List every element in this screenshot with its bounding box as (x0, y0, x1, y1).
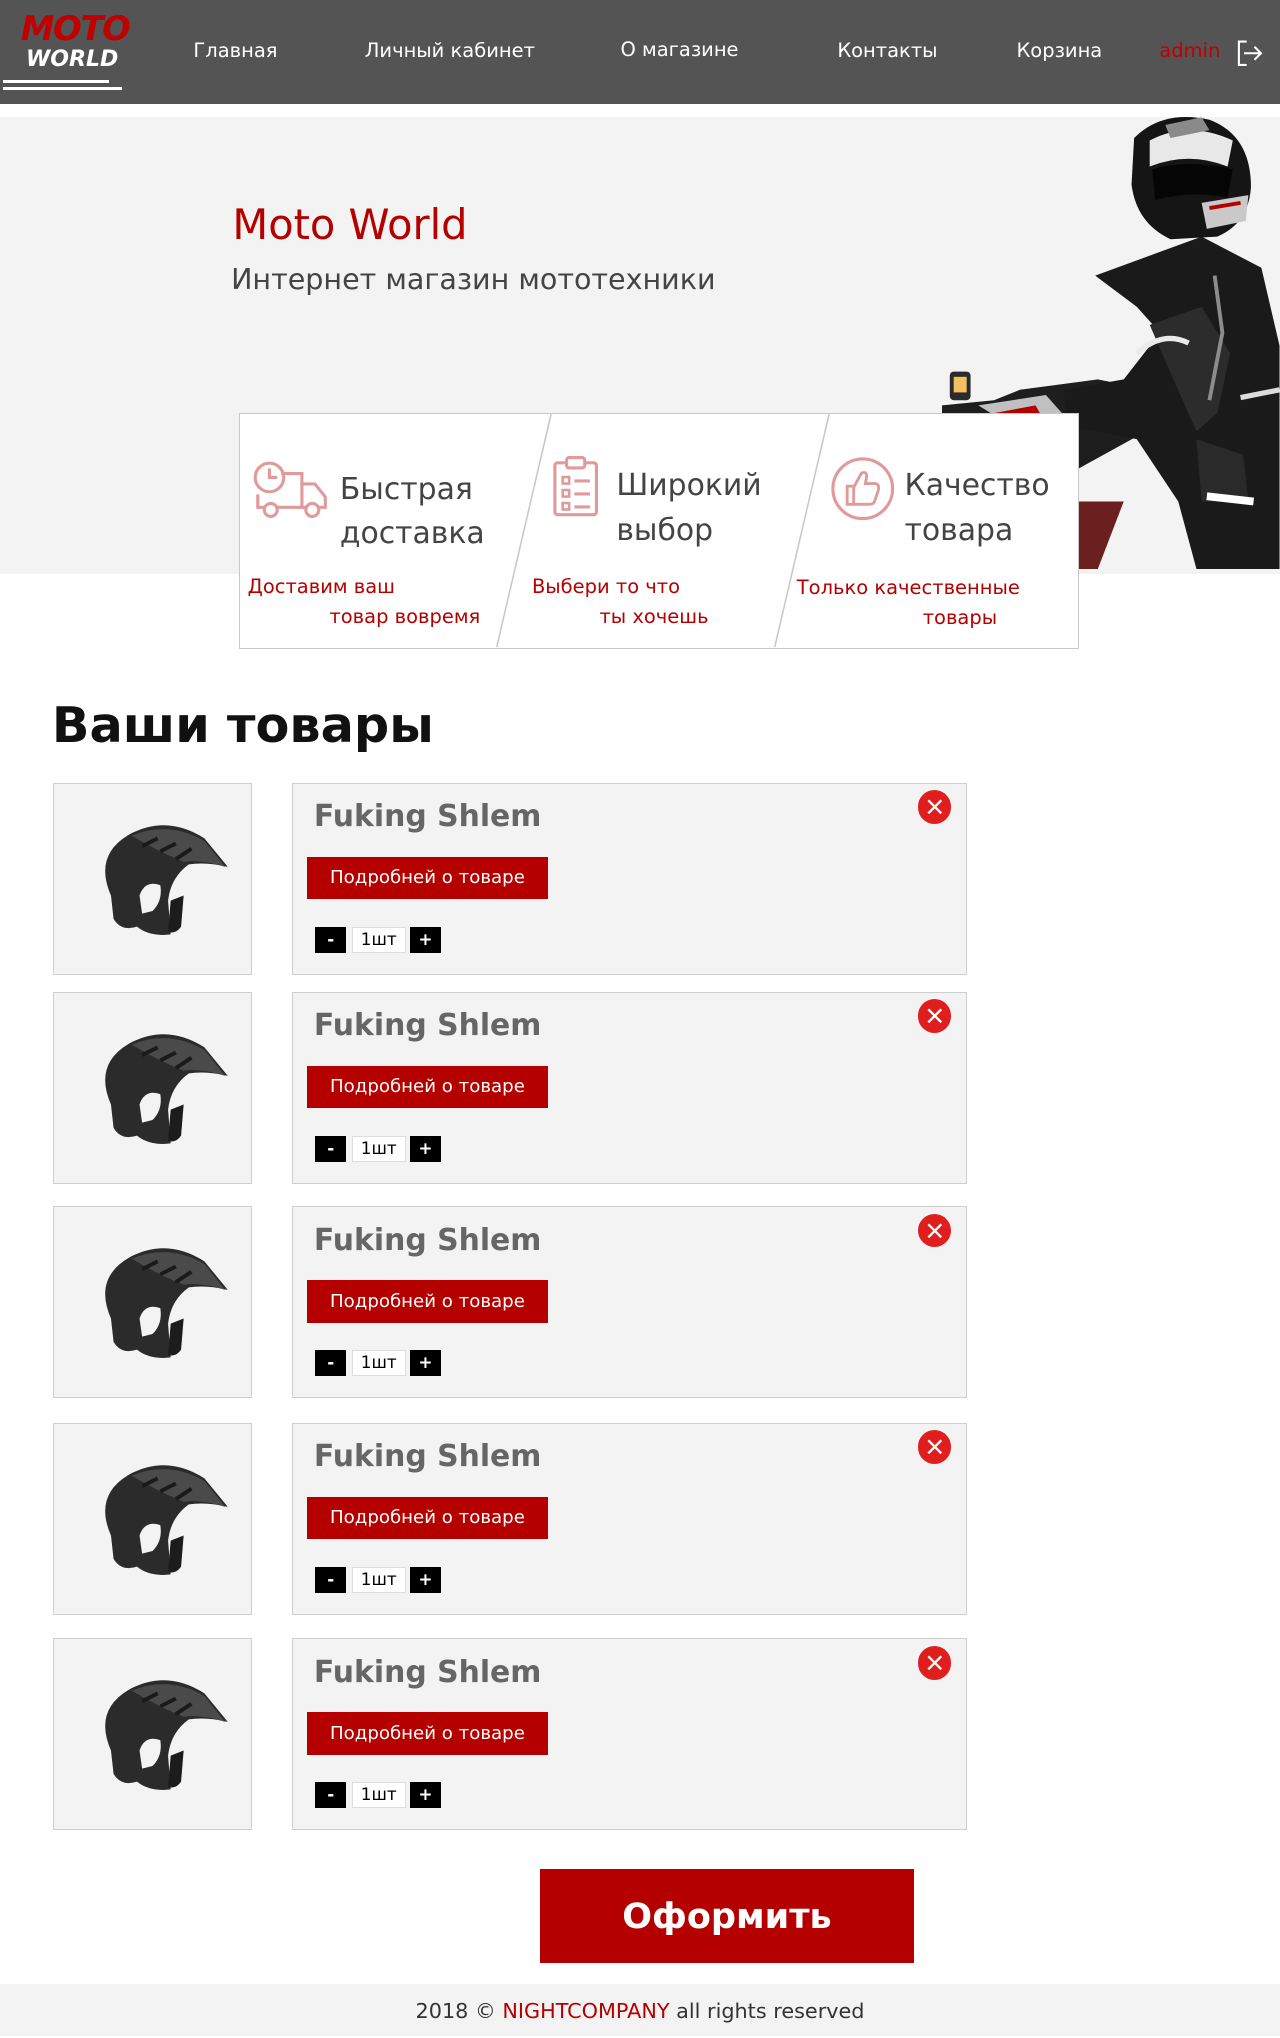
features-panel: Быстрая доставка Доставим ваш товар вовр… (238, 412, 1079, 650)
quantity-value: 1шт (351, 1135, 407, 1162)
product-details-button[interactable]: Подробней о товаре (307, 1712, 548, 1755)
helmet-image (105, 1680, 229, 1791)
feature-title: доставка (339, 516, 485, 552)
product-details-button[interactable]: Подробней о товаре (307, 856, 548, 900)
remove-item-button[interactable] (917, 1213, 952, 1248)
quantity-value: 1шт (351, 926, 407, 953)
product-thumbnail[interactable] (53, 1206, 252, 1399)
nav-account-link[interactable]: Личный кабинет (365, 39, 535, 68)
remove-item-button[interactable] (917, 1430, 952, 1465)
quantity-decrease-button[interactable]: - (315, 926, 347, 953)
thumbs-up-icon (831, 457, 895, 521)
feature-description: ты хочешь (599, 605, 709, 629)
checkout-button[interactable]: Оформить (540, 1869, 914, 1963)
quantity-increase-button[interactable]: + (409, 1566, 442, 1593)
product-thumbnail[interactable] (53, 782, 252, 975)
close-icon (927, 1655, 942, 1670)
cart-item-card: Fuking Shlem Подробней о товаре -1шт + (292, 1638, 968, 1831)
footer-company-link[interactable]: NIGHTCOMPANY (502, 1999, 669, 2023)
remove-item-button[interactable] (917, 790, 952, 825)
product-name[interactable]: Fuking Shlem (314, 799, 542, 834)
nav-cart-link[interactable]: Корзина (1016, 39, 1102, 68)
helmet-image (105, 1034, 229, 1144)
hero-subtitle: Интернет магазин мототехники (231, 262, 716, 297)
helmet-image (105, 1465, 229, 1575)
product-details-button[interactable]: Подробней о товаре (307, 1279, 548, 1323)
cart-item-card: Fuking Shlem Подробней о товаре -1шт + (292, 1422, 968, 1615)
close-icon (927, 1008, 942, 1024)
remove-item-button[interactable] (917, 999, 952, 1034)
feature-title: товара (904, 512, 1014, 548)
nav-home-link[interactable]: Главная (193, 39, 277, 68)
quantity-decrease-button[interactable]: - (315, 1782, 347, 1809)
feature-description: Доставим ваш (247, 575, 395, 599)
product-name[interactable]: Fuking Shlem (314, 1439, 542, 1474)
close-icon (927, 1223, 942, 1238)
product-thumbnail[interactable] (53, 991, 252, 1184)
logo-world-text: WORLD (25, 46, 119, 72)
remove-item-button[interactable] (917, 1645, 952, 1680)
helmet-image (105, 825, 229, 935)
quantity-increase-button[interactable]: + (409, 1782, 442, 1809)
quantity-value: 1шт (351, 1782, 407, 1809)
quantity-decrease-button[interactable]: - (315, 1349, 347, 1376)
truck-icon (253, 461, 328, 518)
feature-description: товары (922, 606, 998, 630)
nav-about-link[interactable]: О магазине (621, 38, 739, 67)
top-navigation-bar: MOTO WORLD Главная Личный кабинет О мага… (0, 0, 1280, 104)
nav-contacts-link[interactable]: Контакты (837, 39, 937, 68)
product-details-button[interactable]: Подробней о товаре (307, 1496, 548, 1540)
helmet-image (105, 1248, 229, 1359)
feature-description: товар вовремя (329, 605, 481, 629)
product-name[interactable]: Fuking Shlem (314, 1655, 542, 1690)
footer: 2018 © NIGHTCOMPANY all rights reserved (0, 1983, 1280, 2036)
quantity-increase-button[interactable]: + (409, 1135, 442, 1162)
feature-title: Качество (904, 468, 1050, 504)
logo-stripe (2, 80, 110, 84)
product-thumbnail[interactable] (53, 1638, 252, 1831)
footer-rights: all rights reserved (676, 1998, 865, 2023)
quantity-value: 1шт (351, 1349, 407, 1376)
feature-title: выбор (616, 512, 714, 548)
moto-world-logo[interactable]: MOTO WORLD (0, 8, 131, 94)
close-icon (927, 799, 942, 815)
feature-divider (773, 413, 830, 648)
product-thumbnail[interactable] (53, 1422, 252, 1615)
cart-item-card: Fuking Shlem Подробней о товаре -1шт + (292, 782, 968, 975)
hero-title: Moto World (232, 199, 468, 249)
logout-icon[interactable] (1235, 39, 1264, 68)
cart-item-card: Fuking Shlem Подробней о товаре -1шт + (292, 991, 968, 1184)
footer-copyright: 2018 © (415, 1998, 496, 2023)
cart-item-card: Fuking Shlem Подробней о товаре -1шт + (292, 1206, 968, 1399)
cart-title: Ваши товары (51, 695, 434, 754)
feature-title: Быстрая (339, 472, 473, 508)
quantity-increase-button[interactable]: + (409, 926, 442, 953)
close-icon (927, 1439, 942, 1455)
product-name[interactable]: Fuking Shlem (314, 1008, 542, 1043)
product-details-button[interactable]: Подробней о товаре (307, 1065, 548, 1109)
quantity-value: 1шт (351, 1566, 407, 1593)
quantity-increase-button[interactable]: + (409, 1349, 442, 1376)
quantity-decrease-button[interactable]: - (315, 1566, 347, 1593)
logo-stripe (2, 86, 123, 90)
feature-description: Только качественные (796, 576, 1020, 600)
logo-moto-text: MOTO (20, 9, 131, 49)
feature-description: Выбери то что (531, 575, 681, 599)
user-name[interactable]: admin (1159, 39, 1220, 62)
quantity-decrease-button[interactable]: - (315, 1135, 347, 1162)
checklist-icon (553, 456, 599, 517)
product-name[interactable]: Fuking Shlem (314, 1223, 542, 1258)
feature-title: Широкий (616, 468, 762, 504)
feature-divider (496, 413, 553, 648)
